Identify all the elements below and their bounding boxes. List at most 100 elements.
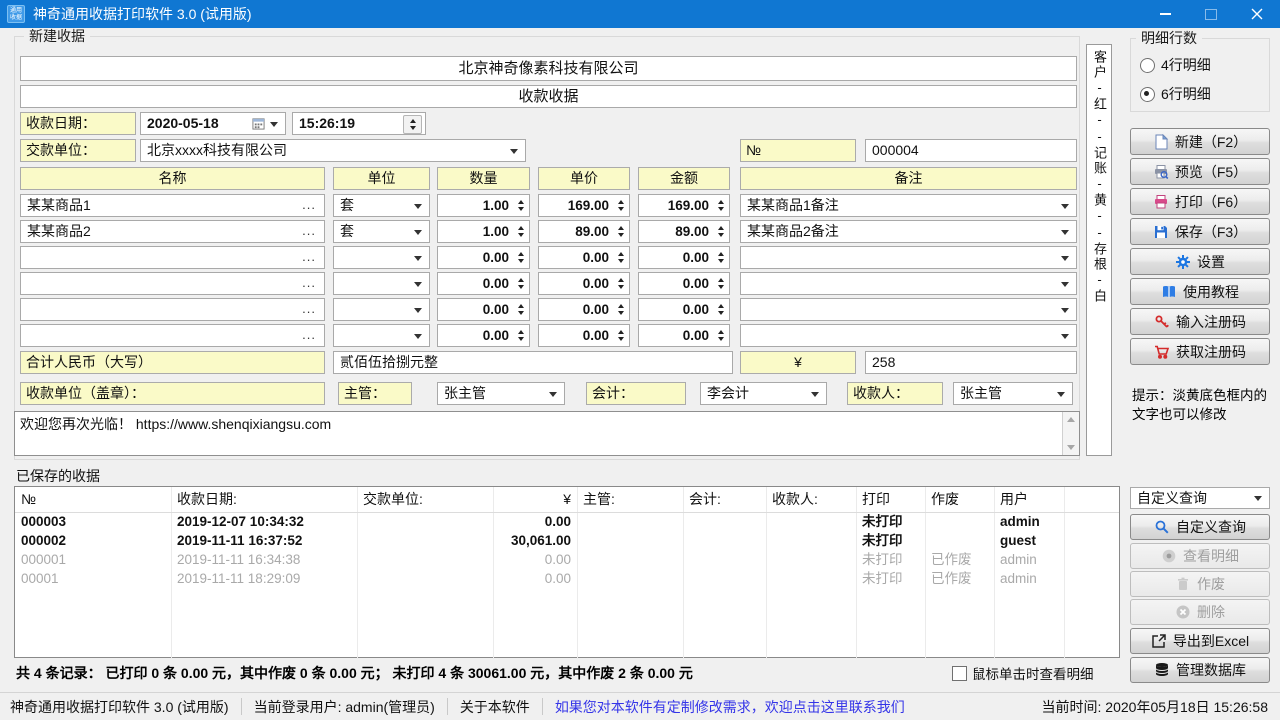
item-amount-spinner[interactable]: 0.00 (638, 246, 730, 269)
spin-up-icon (518, 278, 524, 282)
spin-up-icon (718, 252, 724, 256)
item-price-spinner[interactable]: 0.00 (538, 272, 630, 295)
maximize-button[interactable] (1188, 0, 1234, 28)
chevron-down-icon (270, 122, 278, 127)
item-name-input[interactable]: 某某商品2... (20, 220, 325, 243)
custom-query-button[interactable]: 自定义查询 (1130, 514, 1270, 540)
item-unit-combobox[interactable] (333, 272, 430, 295)
browse-button[interactable]: ... (302, 247, 316, 267)
item-qty-spinner[interactable]: 1.00 (437, 194, 530, 217)
item-price-spinner[interactable]: 169.00 (538, 194, 630, 217)
spin-up-icon (718, 304, 724, 308)
settings-icon (1175, 254, 1191, 270)
item-price-spinner[interactable]: 0.00 (538, 246, 630, 269)
saved-section-title: 已保存的收据 (16, 466, 100, 486)
contact-link[interactable]: 如果您对本软件有定制修改需求，欢迎点击这里联系我们 (555, 697, 905, 717)
accountant-combobox[interactable]: 李会计 (700, 382, 827, 405)
radio-4-rows[interactable]: 4行明细 (1140, 55, 1211, 75)
company-name-input[interactable]: 北京神奇像素科技有限公司 (20, 56, 1077, 81)
item-unit-combobox[interactable] (333, 324, 430, 347)
item-name-input[interactable]: ... (20, 298, 325, 321)
table-row[interactable]: 000001 2019-11-11 16:34:38 0.00 未打印 已作废 … (15, 550, 1119, 569)
spin-up-icon (518, 226, 524, 230)
tutorial-icon (1161, 284, 1177, 300)
payer-label: 交款单位： (20, 139, 136, 162)
receipt-no-input[interactable]: 000004 (865, 139, 1077, 162)
item-unit-combobox[interactable] (333, 246, 430, 269)
item-name-input[interactable]: ... (20, 246, 325, 269)
chevron-down-icon (549, 392, 557, 397)
save-button[interactable]: 保存（F3） (1130, 218, 1270, 245)
welcome-textarea[interactable]: 欢迎您再次光临！ https://www.shenqixiangsu.com (14, 411, 1080, 456)
item-note-combobox[interactable] (740, 298, 1077, 321)
manage-database-button[interactable]: 管理数据库 (1130, 657, 1270, 683)
payer-combobox[interactable]: 北京xxxx科技有限公司 (140, 139, 526, 162)
browse-button[interactable]: ... (302, 325, 316, 345)
view-detail-on-click-checkbox[interactable]: 鼠标单击时查看明细 (952, 663, 1094, 683)
preview-button[interactable]: 预览（F5） (1130, 158, 1270, 185)
receipt-title-input[interactable]: 收款收据 (20, 85, 1077, 108)
spin-down-icon (618, 337, 624, 341)
browse-button[interactable]: ... (302, 195, 316, 215)
item-qty-spinner[interactable]: 0.00 (437, 272, 530, 295)
item-amount-spinner[interactable]: 0.00 (638, 298, 730, 321)
minimize-button[interactable] (1142, 0, 1188, 28)
item-unit-combobox[interactable] (333, 298, 430, 321)
print-button[interactable]: 打印（F6） (1130, 188, 1270, 215)
table-row[interactable]: 000003 2019-12-07 10:34:32 0.00 未打印 admi… (15, 512, 1119, 531)
item-price-spinner[interactable]: 0.00 (538, 298, 630, 321)
about-link[interactable]: 关于本软件 (460, 697, 530, 717)
saved-table-header[interactable]: № 收款日期: 交款单位: ¥ 主管: 会计: 收款人: 打印 作废 用户 (15, 487, 1119, 512)
item-unit-combobox[interactable]: 套 (333, 220, 430, 243)
spin-down-icon (518, 285, 524, 289)
table-row[interactable]: 000002 2019-11-11 16:37:52 30,061.00 未打印… (15, 531, 1119, 550)
window-title: 神奇通用收据打印软件 3.0 (试用版) (33, 4, 252, 24)
enter-regcode-button[interactable]: 输入注册码 (1130, 308, 1270, 335)
close-button[interactable] (1234, 0, 1280, 28)
item-amount-spinner[interactable]: 0.00 (638, 324, 730, 347)
item-amount-spinner[interactable]: 89.00 (638, 220, 730, 243)
query-type-combobox[interactable]: 自定义查询 (1130, 487, 1270, 509)
item-note-combobox[interactable] (740, 246, 1077, 269)
browse-button[interactable]: ... (302, 273, 316, 293)
table-row[interactable]: 00001 2019-11-11 18:29:09 0.00 未打印 已作废 a… (15, 569, 1119, 588)
chevron-down-icon (1061, 308, 1069, 313)
browse-button[interactable]: ... (302, 299, 316, 319)
checkbox-icon (952, 666, 967, 681)
item-note-combobox[interactable] (740, 272, 1077, 295)
item-unit-combobox[interactable]: 套 (333, 194, 430, 217)
get-regcode-button[interactable]: 获取注册码 (1130, 338, 1270, 365)
item-qty-spinner[interactable]: 0.00 (437, 298, 530, 321)
time-spinner[interactable]: 15:26:19 (292, 112, 426, 135)
records-summary: 共 4 条记录： 已打印 0 条 0.00 元，其中作废 0 条 0.00 元；… (16, 663, 693, 683)
item-note-combobox[interactable]: 某某商品2备注 (740, 220, 1077, 243)
manager-combobox[interactable]: 张主管 (437, 382, 565, 405)
saved-receipts-table[interactable]: № 收款日期: 交款单位: ¥ 主管: 会计: 收款人: 打印 作废 用户 00… (14, 486, 1120, 658)
tutorial-button[interactable]: 使用教程 (1130, 278, 1270, 305)
item-price-spinner[interactable]: 0.00 (538, 324, 630, 347)
vertical-scrollbar[interactable] (1062, 412, 1079, 455)
browse-button[interactable]: ... (302, 221, 316, 241)
item-qty-spinner[interactable]: 0.00 (437, 324, 530, 347)
item-amount-spinner[interactable]: 0.00 (638, 272, 730, 295)
payee-combobox[interactable]: 张主管 (953, 382, 1073, 405)
total-words-input[interactable]: 贰佰伍拾捌元整 (333, 351, 733, 374)
item-note-combobox[interactable] (740, 324, 1077, 347)
item-price-spinner[interactable]: 89.00 (538, 220, 630, 243)
item-name-input[interactable]: ... (20, 324, 325, 347)
time-spin-buttons[interactable] (403, 115, 422, 134)
export-excel-button[interactable]: 导出到Excel (1130, 628, 1270, 654)
item-note-combobox[interactable]: 某某商品1备注 (740, 194, 1077, 217)
new-button[interactable]: 新建（F2） (1130, 128, 1270, 155)
radio-6-rows[interactable]: 6行明细 (1140, 84, 1211, 104)
app-icon: 通用 收据 (7, 5, 25, 23)
item-qty-spinner[interactable]: 0.00 (437, 246, 530, 269)
total-amount-input[interactable]: 258 (865, 351, 1077, 374)
settings-button[interactable]: 设置 (1130, 248, 1270, 275)
item-qty-spinner[interactable]: 1.00 (437, 220, 530, 243)
item-amount-spinner[interactable]: 169.00 (638, 194, 730, 217)
spin-down-icon (718, 337, 724, 341)
item-name-input[interactable]: ... (20, 272, 325, 295)
item-name-input[interactable]: 某某商品1... (20, 194, 325, 217)
date-picker[interactable]: 2020-05-18 (140, 112, 286, 135)
